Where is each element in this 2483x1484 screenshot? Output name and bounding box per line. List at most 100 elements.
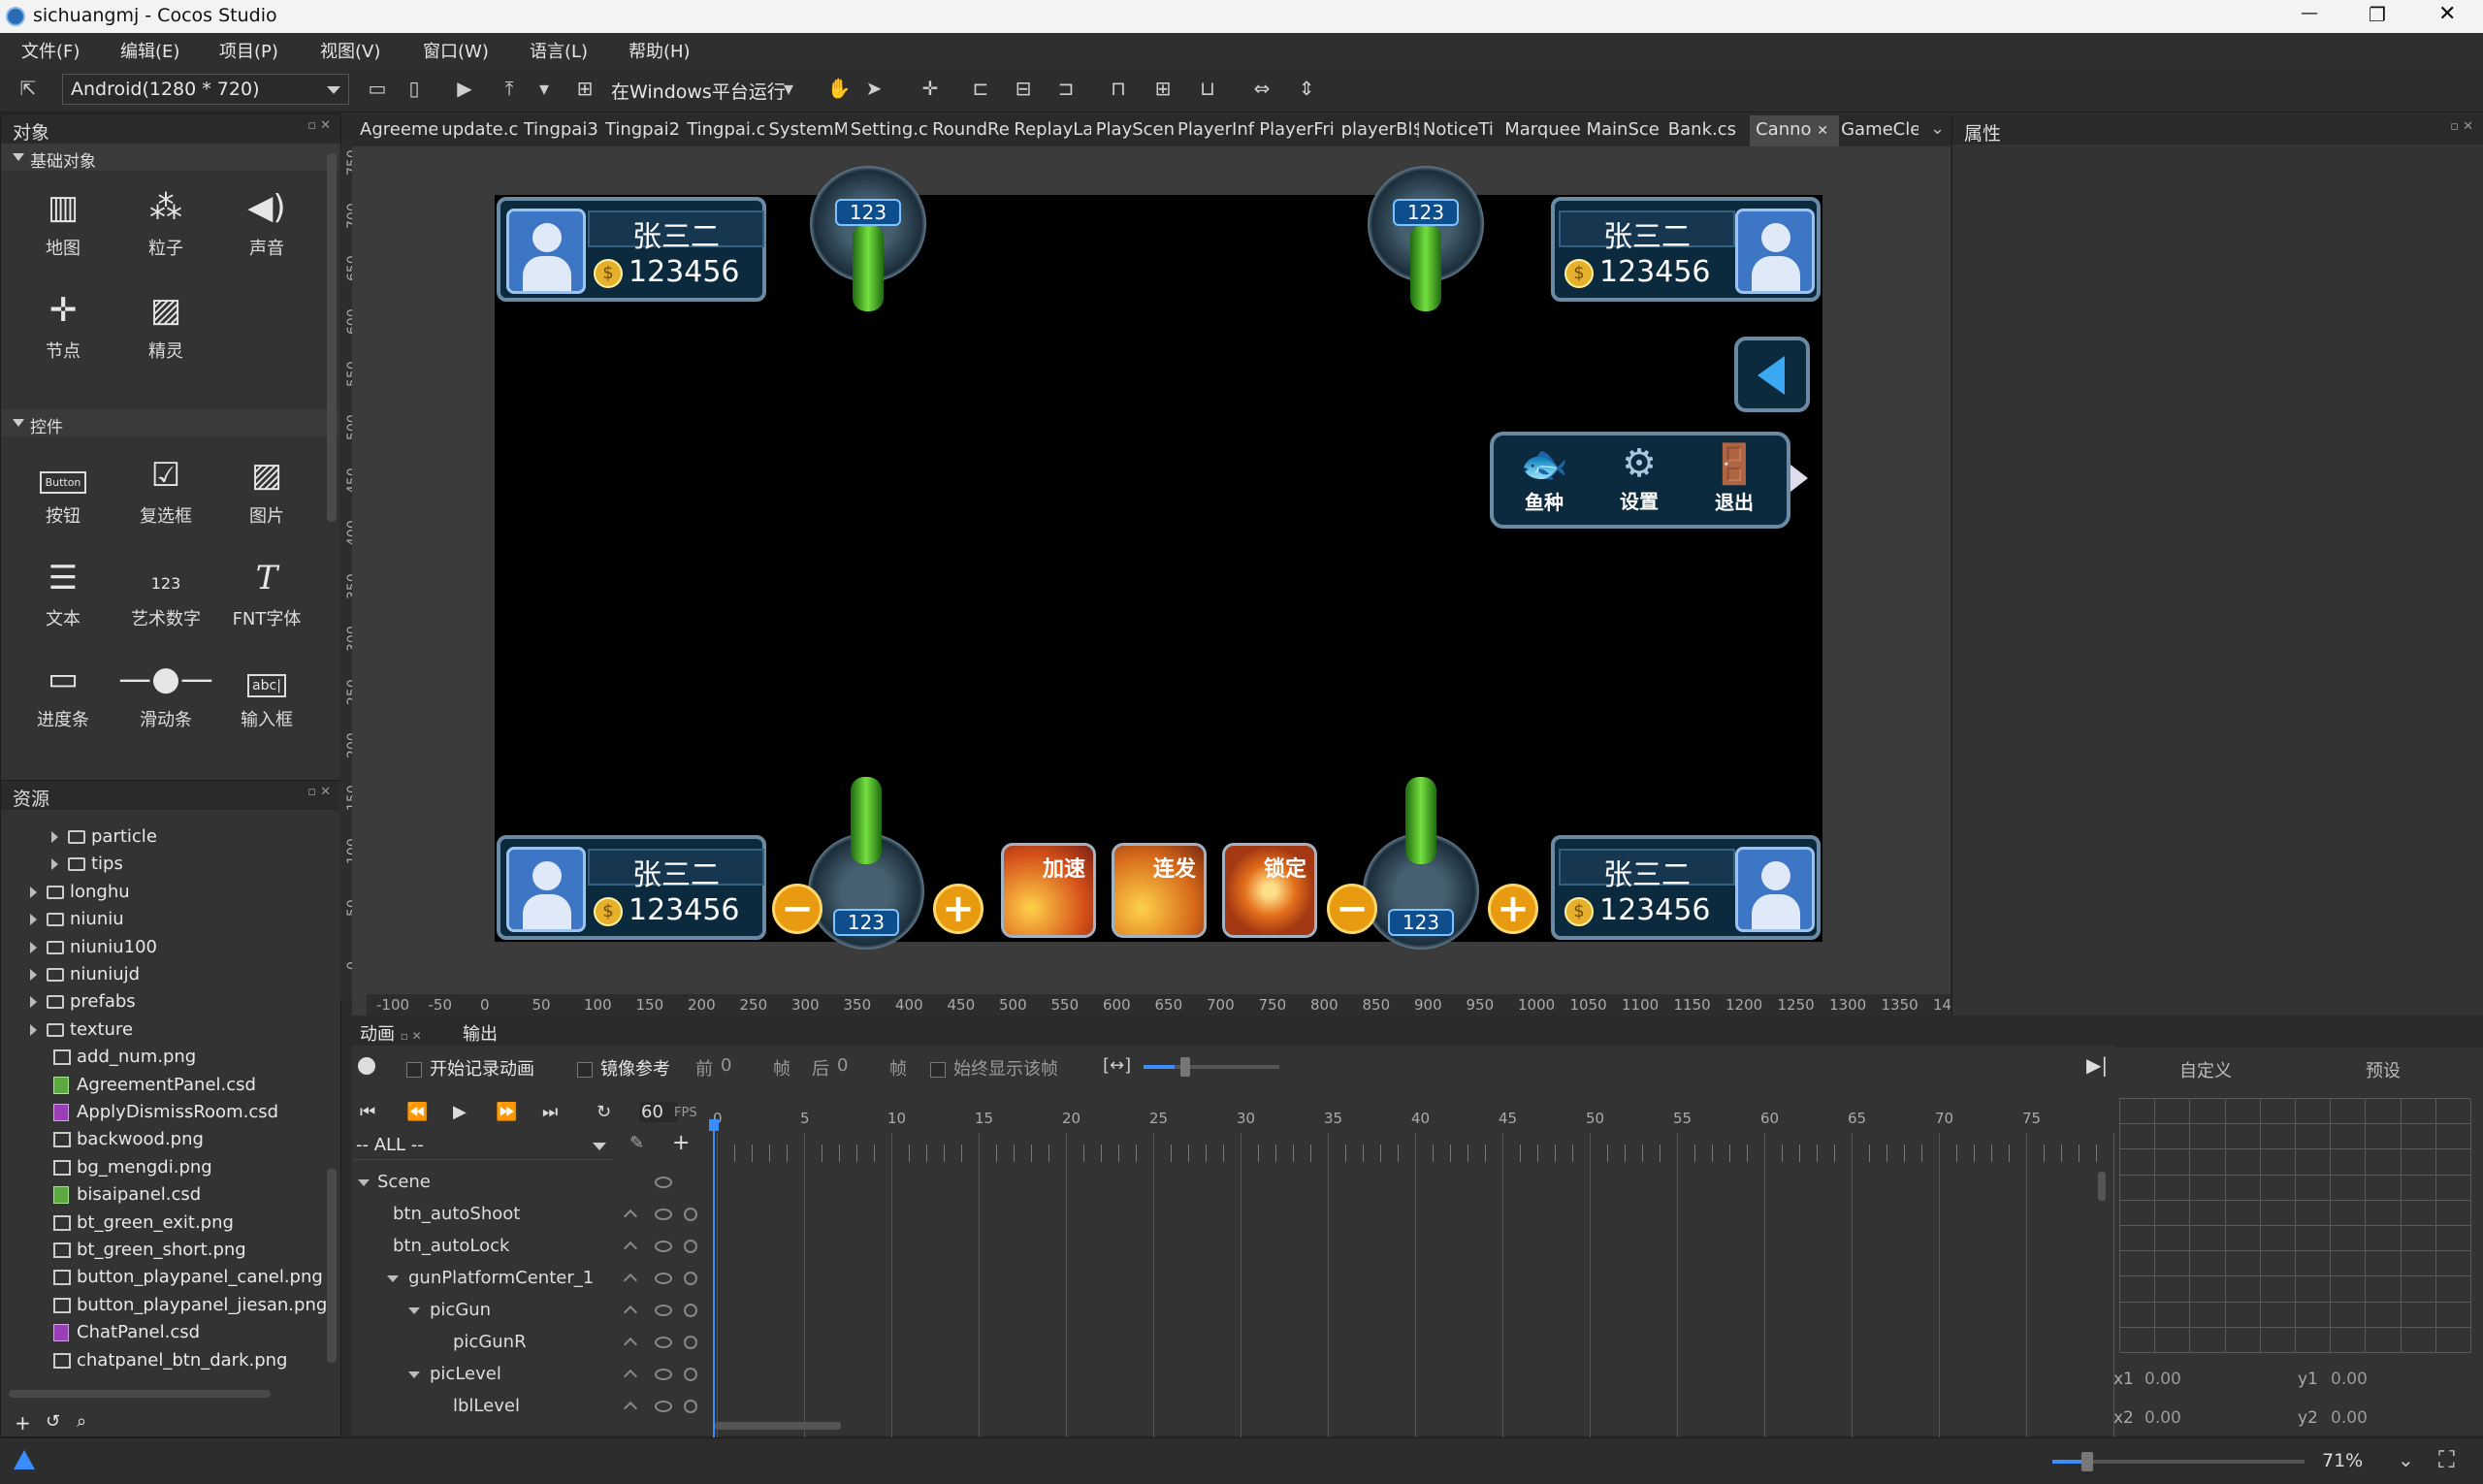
controls-header[interactable]: 控件 xyxy=(1,409,340,437)
landscape-icon[interactable]: ▭ xyxy=(365,76,390,101)
tab-output[interactable]: 输出 xyxy=(463,1020,498,1046)
run-platform-button[interactable]: 在Windows平台运行 xyxy=(611,78,786,104)
animation-node-row[interactable]: Scene xyxy=(352,1168,707,1197)
tab-document[interactable]: PlayerFri xyxy=(1259,119,1337,140)
restore-button[interactable]: ❐ xyxy=(2369,3,2386,26)
tab-document[interactable]: PlayerInf xyxy=(1177,119,1255,140)
player-plate-bottom-left[interactable]: 张三二 $123456 xyxy=(497,835,766,940)
search-icon[interactable]: ⌕ xyxy=(77,1411,86,1432)
x2-input[interactable]: 0.00 xyxy=(2144,1408,2181,1428)
decrease-bet-button[interactable]: − xyxy=(1327,884,1377,934)
game-area[interactable]: 张三二 $123456 张三二 $123456 张三二 $123456 张三二 … xyxy=(495,166,1822,950)
menu-project[interactable]: 项目(P) xyxy=(219,33,278,63)
animation-node-row[interactable]: picLevel xyxy=(352,1360,707,1389)
export-icon[interactable]: ⤒ xyxy=(497,76,522,101)
resource-item[interactable]: niuniu100 xyxy=(30,934,157,961)
control-slider[interactable]: —●— 滑动条 xyxy=(117,652,214,731)
rapid-fire-button[interactable]: 连发 xyxy=(1112,843,1207,938)
resolution-select[interactable]: Android(1280 * 720) xyxy=(62,74,349,105)
resource-item[interactable]: AgreementPanel.csd xyxy=(53,1072,256,1099)
visibility-icon[interactable] xyxy=(655,1273,672,1284)
resource-item[interactable]: bt_green_exit.png xyxy=(53,1210,234,1237)
increase-bet-button[interactable]: + xyxy=(933,884,984,934)
object-map[interactable]: ▥ 地图 xyxy=(15,180,112,260)
chevron-up-icon[interactable] xyxy=(623,1401,638,1416)
panel-close-icon[interactable]: ▫ ✕ xyxy=(307,118,331,133)
tab-document[interactable]: update.c xyxy=(441,119,519,140)
tab-custom[interactable]: 自定义 xyxy=(2179,1057,2232,1082)
resource-item[interactable]: bg_mengdi.png xyxy=(53,1154,212,1181)
player-plate-top-left[interactable]: 张三二 $123456 xyxy=(497,197,766,302)
next-frame-icon[interactable]: ⏩ xyxy=(496,1102,517,1122)
resource-item[interactable]: ApplyDismissRoom.csd xyxy=(53,1099,278,1126)
control-text[interactable]: ☰ 文本 xyxy=(15,551,112,630)
tab-document[interactable]: NoticeTi xyxy=(1423,119,1500,140)
expand-arrow-icon[interactable] xyxy=(30,996,37,1009)
resource-item[interactable]: prefabs xyxy=(30,988,136,1016)
back-button[interactable] xyxy=(1734,337,1810,412)
resource-item[interactable]: bt_green_short.png xyxy=(53,1237,246,1264)
resource-item[interactable]: niuniujd xyxy=(30,961,140,988)
collapse-arrow-icon[interactable] xyxy=(387,1275,399,1282)
chevron-up-icon[interactable] xyxy=(623,1241,638,1256)
zoom-slider-thumb[interactable] xyxy=(2081,1452,2093,1471)
collapse-arrow-icon[interactable] xyxy=(408,1371,420,1378)
control-image[interactable]: ▨ 图片 xyxy=(218,448,315,528)
animation-node-row[interactable]: lblLevel xyxy=(352,1392,707,1421)
lock-target-button[interactable]: 锁定 xyxy=(1222,843,1317,938)
gun-bottom-left[interactable]: 123 xyxy=(808,777,924,950)
always-show-frame-checkbox[interactable]: 始终显示该帧 xyxy=(930,1055,1058,1081)
resource-item[interactable]: button_playpanel_canel.png xyxy=(53,1264,323,1291)
align-right-icon[interactable]: ⊐ xyxy=(1053,76,1079,101)
visibility-icon[interactable] xyxy=(655,1369,672,1380)
expand-arrow-icon[interactable] xyxy=(51,858,58,871)
add-icon[interactable]: + xyxy=(672,1131,690,1155)
exit-button[interactable]: 🚪 退出 xyxy=(1690,441,1779,523)
tab-document[interactable]: PlayScen xyxy=(1096,119,1174,140)
expand-arrow-icon[interactable] xyxy=(30,969,37,981)
playhead[interactable] xyxy=(713,1119,715,1451)
fit-screen-icon[interactable]: ⛶ xyxy=(2438,1446,2455,1473)
object-sprite[interactable]: ▨ 精灵 xyxy=(117,283,214,363)
expand-arrow-icon[interactable] xyxy=(30,886,37,898)
lock-icon[interactable] xyxy=(684,1240,697,1253)
lock-icon[interactable] xyxy=(684,1208,697,1221)
refresh-icon[interactable]: ↺ xyxy=(46,1411,60,1432)
warning-icon[interactable] xyxy=(14,1450,35,1469)
menu-window[interactable]: 窗口(W) xyxy=(423,33,489,63)
menu-edit[interactable]: 编辑(E) xyxy=(120,33,179,63)
control-progress[interactable]: ▭ 进度条 xyxy=(15,652,112,731)
publish-icon[interactable]: ⇱ xyxy=(16,76,41,101)
menu-help[interactable]: 帮助(H) xyxy=(629,33,691,63)
fps-input[interactable]: 60 xyxy=(639,1102,678,1122)
gun-bottom-right[interactable]: 123 xyxy=(1363,777,1479,950)
close-tab-icon[interactable]: ✕ xyxy=(1817,123,1828,139)
tab-document[interactable]: Agreeme xyxy=(360,119,437,140)
tab-document[interactable]: Tingpai3 xyxy=(524,119,601,140)
control-button[interactable]: Button 按钮 xyxy=(15,448,112,528)
control-art-number[interactable]: 123 艺术数字 xyxy=(117,551,214,630)
y1-input[interactable]: 0.00 xyxy=(2331,1370,2368,1389)
timeline-zoom-slider[interactable] xyxy=(1144,1057,1279,1077)
tab-document[interactable]: ReplayLa xyxy=(1014,119,1091,140)
objects-scrollbar[interactable] xyxy=(327,153,337,522)
tab-preset[interactable]: 预设 xyxy=(2366,1057,2401,1082)
zoom-dropdown-icon[interactable]: ⌄ xyxy=(2398,1448,2414,1471)
object-particle[interactable]: ⁂ 粒子 xyxy=(117,180,214,260)
fish-type-button[interactable]: 🐟 鱼种 xyxy=(1499,441,1589,523)
play-icon[interactable]: ▶ xyxy=(452,76,477,101)
animation-node-row[interactable]: btn_autoLock xyxy=(352,1232,707,1261)
x1-input[interactable]: 0.00 xyxy=(2144,1370,2181,1389)
timeline-hscrollbar[interactable] xyxy=(715,1422,841,1430)
export-dropdown-icon[interactable]: ▾ xyxy=(532,76,557,101)
menu-file[interactable]: 文件(F) xyxy=(21,33,80,63)
timeline-vscrollbar[interactable] xyxy=(2098,1172,2106,1201)
tab-document[interactable]: RoundRe xyxy=(932,119,1010,140)
align-top-icon[interactable]: ⊓ xyxy=(1106,76,1131,101)
mirror-reference-checkbox[interactable]: 镜像参考 xyxy=(577,1055,670,1081)
playhead-handle[interactable] xyxy=(709,1119,719,1131)
tab-document[interactable]: Bank.cs xyxy=(1668,119,1746,140)
resources-scrollbar[interactable] xyxy=(327,1169,337,1363)
panel-close-icon[interactable]: ▫ ✕ xyxy=(2450,119,2473,134)
tab-document[interactable]: SystemM xyxy=(769,119,847,140)
